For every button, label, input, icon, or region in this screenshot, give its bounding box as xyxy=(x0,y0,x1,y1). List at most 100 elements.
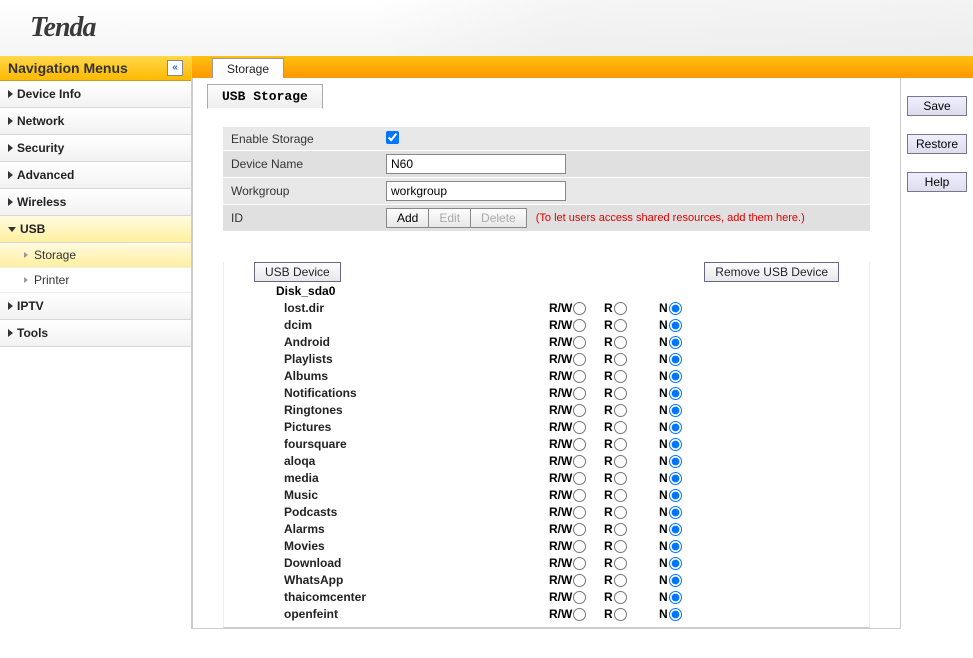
perm-radio-rw[interactable] xyxy=(573,523,586,536)
perm-radio-r[interactable] xyxy=(614,574,627,587)
perm-radio-r[interactable] xyxy=(614,455,627,468)
perm-radio-n[interactable] xyxy=(669,302,682,315)
perm-radio-n[interactable] xyxy=(669,472,682,485)
nav-item-label: Tools xyxy=(17,326,48,340)
perm-radio-n[interactable] xyxy=(669,319,682,332)
nav-item-usb[interactable]: USB xyxy=(0,216,191,243)
perm-radio-rw[interactable] xyxy=(573,302,586,315)
folder-row: PicturesR/WRN xyxy=(284,419,869,436)
perm-radio-rw[interactable] xyxy=(573,608,586,621)
perm-radio-rw[interactable] xyxy=(573,336,586,349)
perm-radio-r[interactable] xyxy=(614,387,627,400)
perm-radio-rw[interactable] xyxy=(573,370,586,383)
orange-bar: Storage xyxy=(192,56,973,78)
perm-radio-n[interactable] xyxy=(669,557,682,570)
perm-radio-n[interactable] xyxy=(669,523,682,536)
perm-radio-r[interactable] xyxy=(614,608,627,621)
save-button[interactable]: Save xyxy=(907,96,967,116)
perm-radio-r[interactable] xyxy=(614,302,627,315)
usb-device-button[interactable]: USB Device xyxy=(254,262,341,282)
perm-radio-n[interactable] xyxy=(669,489,682,502)
tab-storage[interactable]: Storage xyxy=(212,58,284,79)
perm-radio-r[interactable] xyxy=(614,540,627,553)
perm-radio-n[interactable] xyxy=(669,540,682,553)
folder-row: WhatsAppR/WRN xyxy=(284,572,869,589)
perm-radio-rw[interactable] xyxy=(573,540,586,553)
input-workgroup[interactable] xyxy=(386,181,566,201)
perm-radio-rw[interactable] xyxy=(573,506,586,519)
edit-button[interactable]: Edit xyxy=(428,208,471,228)
sub-item-printer[interactable]: Printer xyxy=(0,268,191,293)
perm-radio-rw[interactable] xyxy=(573,489,586,502)
perm-radio-r[interactable] xyxy=(614,472,627,485)
perm-radio-n[interactable] xyxy=(669,353,682,366)
perm-radio-rw[interactable] xyxy=(573,438,586,451)
perm-radio-rw[interactable] xyxy=(573,421,586,434)
perm-label: R xyxy=(604,606,613,623)
label-id: ID xyxy=(231,211,386,225)
perm-radio-rw[interactable] xyxy=(573,557,586,570)
perm-radio-n[interactable] xyxy=(669,336,682,349)
row-id: ID Add Edit Delete (To let users access … xyxy=(223,205,870,232)
disk-name: Disk_sda0 xyxy=(224,282,869,300)
perm-label: R/W xyxy=(549,470,572,487)
perm-radio-r[interactable] xyxy=(614,353,627,366)
perm-radio-n[interactable] xyxy=(669,387,682,400)
perm-radio-rw[interactable] xyxy=(573,353,586,366)
perm-label: N xyxy=(659,419,668,436)
nav-item-iptv[interactable]: IPTV xyxy=(0,293,191,320)
perm-r: R xyxy=(604,521,659,538)
help-button[interactable]: Help xyxy=(907,172,967,192)
perm-radio-rw[interactable] xyxy=(573,404,586,417)
delete-button[interactable]: Delete xyxy=(470,208,527,228)
perm-radio-rw[interactable] xyxy=(573,319,586,332)
perm-radio-n[interactable] xyxy=(669,370,682,383)
perm-radio-r[interactable] xyxy=(614,404,627,417)
perm-radio-r[interactable] xyxy=(614,370,627,383)
perm-radio-r[interactable] xyxy=(614,336,627,349)
perm-radio-rw[interactable] xyxy=(573,574,586,587)
sub-item-storage[interactable]: Storage xyxy=(0,243,191,268)
perm-radio-rw[interactable] xyxy=(573,455,586,468)
perm-radio-r[interactable] xyxy=(614,438,627,451)
perm-radio-n[interactable] xyxy=(669,608,682,621)
restore-button[interactable]: Restore xyxy=(907,134,967,154)
perm-rw: R/W xyxy=(549,555,604,572)
perm-radio-r[interactable] xyxy=(614,591,627,604)
perm-label: R/W xyxy=(549,572,572,589)
perm-radio-rw[interactable] xyxy=(573,472,586,485)
nav-item-wireless[interactable]: Wireless xyxy=(0,189,191,216)
perm-radio-n[interactable] xyxy=(669,455,682,468)
perm-radio-r[interactable] xyxy=(614,319,627,332)
perm-radio-n[interactable] xyxy=(669,438,682,451)
nav-item-device-info[interactable]: Device Info xyxy=(0,81,191,108)
perm-radio-r[interactable] xyxy=(614,523,627,536)
input-device-name[interactable] xyxy=(386,154,566,174)
perm-radio-n[interactable] xyxy=(669,421,682,434)
add-button[interactable]: Add xyxy=(386,208,429,228)
logo: Tenda xyxy=(30,12,96,44)
sub-item-label: Printer xyxy=(34,273,69,287)
perm-radio-n[interactable] xyxy=(669,404,682,417)
perm-label: N xyxy=(659,385,668,402)
section-tab-usb-storage[interactable]: USB Storage xyxy=(207,84,323,109)
perm-label: N xyxy=(659,538,668,555)
remove-usb-device-button[interactable]: Remove USB Device xyxy=(704,262,839,282)
nav-item-security[interactable]: Security xyxy=(0,135,191,162)
perm-radio-rw[interactable] xyxy=(573,591,586,604)
perm-radio-n[interactable] xyxy=(669,574,682,587)
nav-item-label: Security xyxy=(17,141,64,155)
perm-radio-n[interactable] xyxy=(669,591,682,604)
nav-item-network[interactable]: Network xyxy=(0,108,191,135)
perm-radio-n[interactable] xyxy=(669,506,682,519)
checkbox-enable-storage[interactable] xyxy=(386,131,399,144)
perm-radio-r[interactable] xyxy=(614,489,627,502)
perm-radio-r[interactable] xyxy=(614,557,627,570)
nav-item-tools[interactable]: Tools xyxy=(0,320,191,347)
collapse-sidebar-button[interactable]: « xyxy=(167,60,183,76)
nav-item-advanced[interactable]: Advanced xyxy=(0,162,191,189)
nav-item-label: USB xyxy=(20,222,45,236)
perm-radio-r[interactable] xyxy=(614,506,627,519)
perm-radio-r[interactable] xyxy=(614,421,627,434)
perm-radio-rw[interactable] xyxy=(573,387,586,400)
